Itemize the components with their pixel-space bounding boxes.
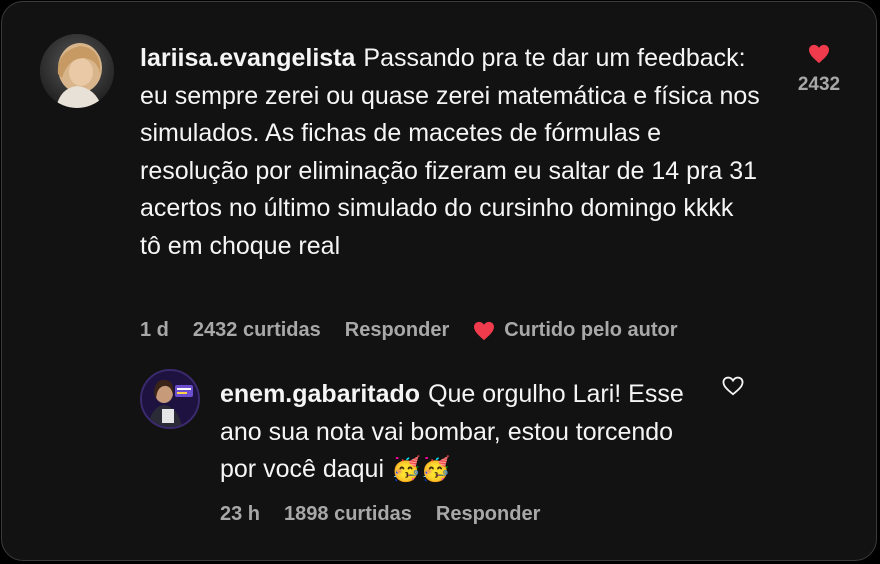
comment-text: Passando pra te dar um feedback: eu semp… [140, 44, 760, 260]
party-face-emoji: 🥳🥳 [390, 456, 451, 483]
comment-reply-button[interactable]: Responder [345, 319, 449, 342]
reply-like-column [722, 376, 744, 396]
comment-meta: 1 d 2432 curtidas Responder Curtido pelo… [140, 319, 678, 342]
reply-likes-count[interactable]: 1898 curtidas [284, 503, 412, 526]
reply-meta: 23 h 1898 curtidas Responder [220, 503, 564, 526]
comment-like-column: 2432 [788, 44, 850, 96]
brand-avatar-photo-icon [142, 371, 198, 427]
heart-filled-icon[interactable] [808, 44, 830, 64]
reply-avatar[interactable] [140, 369, 200, 429]
comment-card: lariisa.evangelista Passando pra te dar u… [1, 1, 877, 561]
reply-body: enem.gabaritado Que orgulho Lari! Esse an… [220, 376, 690, 489]
reply-username[interactable]: enem.gabaritado [220, 380, 420, 408]
comment-likes-count[interactable]: 2432 curtidas [193, 319, 321, 342]
comment-body: lariisa.evangelista Passando pra te dar u… [140, 40, 760, 265]
reply-time[interactable]: 23 h [220, 503, 260, 526]
comment-time[interactable]: 1 d [140, 319, 169, 342]
comment-username[interactable]: lariisa.evangelista [140, 44, 355, 72]
comment-like-count: 2432 [797, 74, 841, 95]
user-avatar-photo-icon [40, 34, 114, 108]
commenter-avatar[interactable] [40, 34, 114, 108]
heart-outline-icon[interactable] [722, 376, 744, 396]
liked-by-author-label: Curtido pelo autor [504, 319, 678, 341]
reply-reply-button[interactable]: Responder [436, 503, 540, 526]
liked-by-author-badge: Curtido pelo autor [473, 319, 678, 342]
heart-filled-icon [474, 321, 495, 340]
